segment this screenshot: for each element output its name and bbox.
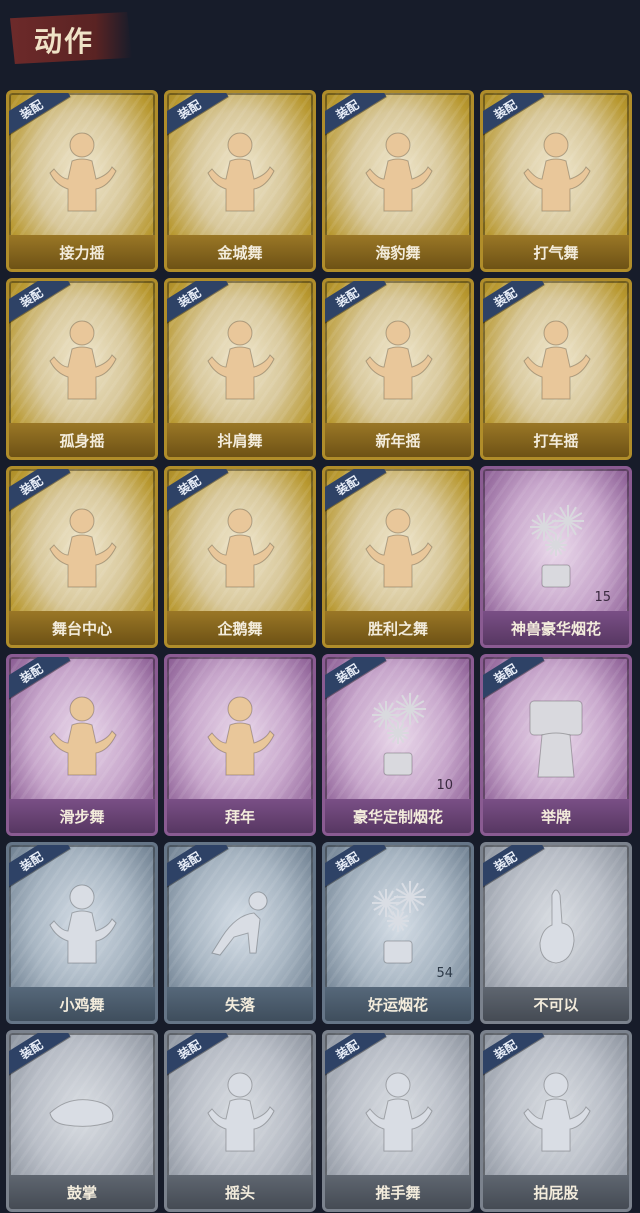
fireworks-icon <box>358 687 438 783</box>
emote-card[interactable]: 拜年 <box>164 654 316 836</box>
dance-figure-icon <box>200 311 280 407</box>
emote-card[interactable]: 装配 拍屁股 <box>480 1030 632 1212</box>
emote-label: 接力摇 <box>9 235 155 269</box>
emote-card[interactable]: 装配 小鸡舞 <box>6 842 158 1024</box>
emote-label: 举牌 <box>483 799 629 833</box>
emote-label: 海豹舞 <box>325 235 471 269</box>
emote-label: 失落 <box>167 987 313 1021</box>
dance-figure-icon <box>200 687 280 783</box>
emote-card[interactable]: 装配 推手舞 <box>322 1030 474 1212</box>
emote-card[interactable]: 装配 企鹅舞 <box>164 466 316 648</box>
dance-figure-icon <box>516 123 596 219</box>
header: 动作 <box>0 0 640 86</box>
dance-figure-icon <box>42 687 122 783</box>
clap-icon <box>42 1063 122 1159</box>
dance-figure-icon <box>200 123 280 219</box>
emote-label: 拍屁股 <box>483 1175 629 1209</box>
emote-card[interactable]: 装配 打气舞 <box>480 90 632 272</box>
emote-card[interactable]: 装配 不可以 <box>480 842 632 1024</box>
emote-card[interactable]: 装配 失落 <box>164 842 316 1024</box>
dance-figure-icon <box>200 499 280 595</box>
emote-label: 不可以 <box>483 987 629 1021</box>
dance-figure-icon <box>42 499 122 595</box>
emote-card[interactable]: 装配 舞台中心 <box>6 466 158 648</box>
emote-card[interactable]: 装配 抖肩舞 <box>164 278 316 460</box>
emote-card[interactable]: 装配 金城舞 <box>164 90 316 272</box>
emote-card[interactable]: 装配 举牌 <box>480 654 632 836</box>
emote-label: 神兽豪华烟花 <box>483 611 629 645</box>
emote-label: 好运烟花 <box>325 987 471 1021</box>
fireworks-icon <box>358 875 438 971</box>
emote-label: 打车摇 <box>483 423 629 457</box>
page-title: 动作 <box>34 25 95 58</box>
item-count: 10 <box>436 778 453 793</box>
emote-card[interactable]: 装配 滑步舞 <box>6 654 158 836</box>
emote-card[interactable]: 装配 摇头 <box>164 1030 316 1212</box>
dance-figure-icon <box>516 311 596 407</box>
emote-label: 孤身摇 <box>9 423 155 457</box>
emote-card[interactable]: 装配 胜利之舞 <box>322 466 474 648</box>
emote-label: 小鸡舞 <box>9 987 155 1021</box>
emote-label: 抖肩舞 <box>167 423 313 457</box>
emote-label: 企鹅舞 <box>167 611 313 645</box>
dance-figure-icon <box>42 875 122 971</box>
crawl-figure-icon <box>200 875 280 971</box>
emote-card[interactable]: 装配 孤身摇 <box>6 278 158 460</box>
emote-label: 金城舞 <box>167 235 313 269</box>
emote-card[interactable]: 15 神兽豪华烟花 <box>480 466 632 648</box>
sign-figure-icon <box>516 687 596 783</box>
emote-label: 推手舞 <box>325 1175 471 1209</box>
emote-card[interactable]: 装配 海豹舞 <box>322 90 474 272</box>
emote-label: 舞台中心 <box>9 611 155 645</box>
fireworks-icon <box>516 499 596 595</box>
finger-wag-icon <box>516 875 596 971</box>
dance-figure-icon <box>358 1063 438 1159</box>
emote-label: 拜年 <box>167 799 313 833</box>
dance-figure-icon <box>42 123 122 219</box>
emote-card[interactable]: 装配 接力摇 <box>6 90 158 272</box>
emote-grid: 装配 接力摇 装配 金城舞 装配 海豹舞 装配 打气舞装配 孤身摇 装配 抖肩舞 装配 新年摇 装配 打车摇… <box>6 90 636 1212</box>
emote-card[interactable]: 装配 新年摇 <box>322 278 474 460</box>
emote-card[interactable]: 装配 54 好运烟花 <box>322 842 474 1024</box>
emote-label: 鼓掌 <box>9 1175 155 1209</box>
emote-label: 胜利之舞 <box>325 611 471 645</box>
emote-card[interactable]: 装配 10 豪华定制烟花 <box>322 654 474 836</box>
emote-card[interactable]: 装配 鼓掌 <box>6 1030 158 1212</box>
dance-figure-icon <box>516 1063 596 1159</box>
dance-figure-icon <box>358 311 438 407</box>
emote-label: 打气舞 <box>483 235 629 269</box>
item-count: 15 <box>594 590 611 605</box>
emote-label: 新年摇 <box>325 423 471 457</box>
item-count: 54 <box>436 966 453 981</box>
emote-label: 滑步舞 <box>9 799 155 833</box>
dance-figure-icon <box>42 311 122 407</box>
dance-figure-icon <box>358 499 438 595</box>
dance-figure-icon <box>200 1063 280 1159</box>
emote-label: 摇头 <box>167 1175 313 1209</box>
dance-figure-icon <box>358 123 438 219</box>
emote-label: 豪华定制烟花 <box>325 799 471 833</box>
emote-card[interactable]: 装配 打车摇 <box>480 278 632 460</box>
